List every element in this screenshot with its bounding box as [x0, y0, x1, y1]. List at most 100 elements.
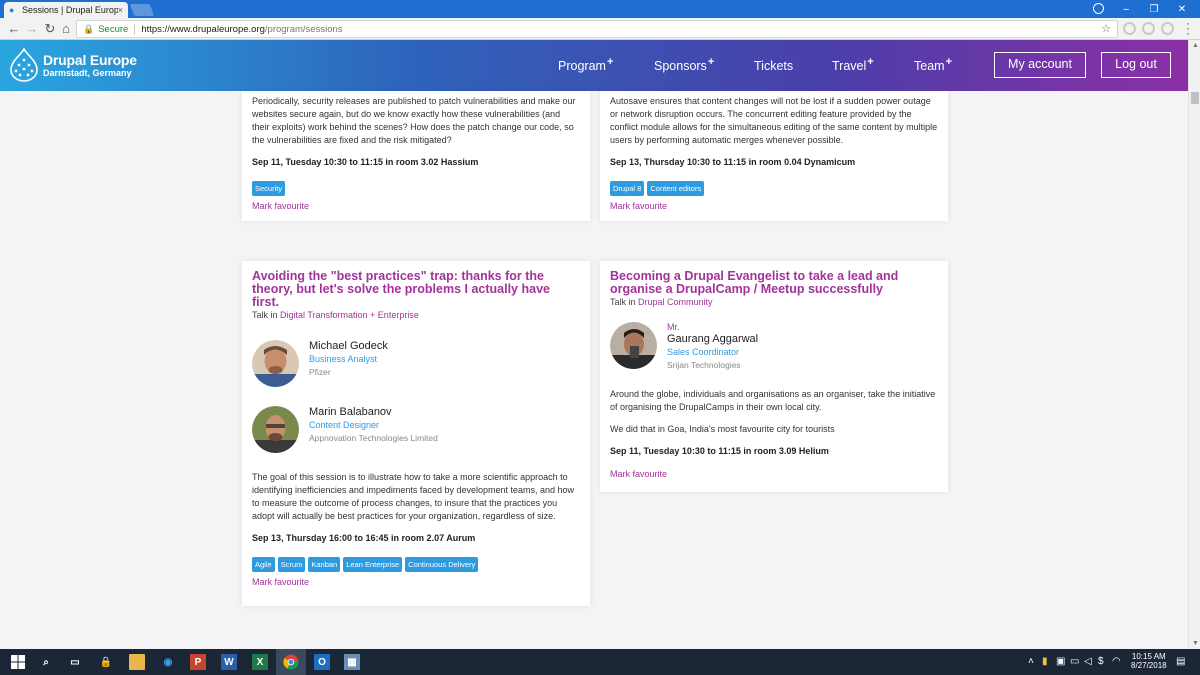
- drupal-favicon-icon: ●: [9, 4, 15, 15]
- speaker-avatar[interactable]: [252, 340, 299, 387]
- tag[interactable]: Content editors: [647, 181, 705, 196]
- tab-title: Sessions | Drupal Europe: [22, 5, 118, 15]
- mark-favourite-link[interactable]: Mark favourite: [610, 469, 938, 479]
- tray-chevron-icon[interactable]: ˄: [1028, 656, 1034, 667]
- tag[interactable]: Scrum: [277, 557, 306, 572]
- browser-menu-icon[interactable]: · · ·: [1185, 17, 1191, 39]
- address-toolbar: ← → ↻ ⌂ 🔒 Secure https://www.drupaleurop…: [0, 17, 1200, 40]
- page-scrollbar[interactable]: ▲ ▼: [1188, 40, 1200, 649]
- session-tags: Drupal 8 Content editors: [610, 181, 938, 196]
- speaker-org: Srijan Technologies: [667, 360, 741, 370]
- session-description: Periodically, security releases are publ…: [252, 96, 576, 145]
- log-out-button[interactable]: Log out: [1101, 52, 1171, 78]
- session-track-line: Talk in Drupal Community: [610, 297, 713, 307]
- notifications-icon[interactable]: ▤: [1176, 656, 1185, 667]
- site-logo[interactable]: Drupal Europe Darmstadt, Germany: [9, 48, 137, 82]
- session-track-line: Talk in Digital Transformation + Enterpr…: [252, 310, 419, 320]
- nav-sponsors[interactable]: Sponsors+: [654, 56, 714, 73]
- excel-icon[interactable]: X: [252, 654, 268, 670]
- speaker-org: Appnovation Technologies Limited: [309, 433, 438, 443]
- maximize-icon[interactable]: ❐: [1140, 4, 1168, 15]
- system-clock[interactable]: 10:15 AM 8/27/2018: [1131, 652, 1167, 670]
- session-card: Periodically, security releases are publ…: [242, 91, 590, 221]
- speaker-name[interactable]: Michael Godeck: [309, 340, 388, 353]
- session-title[interactable]: Avoiding the "best practices" trap: than…: [252, 270, 580, 309]
- outlook-icon[interactable]: O: [314, 654, 330, 670]
- track-link[interactable]: Digital Transformation + Enterprise: [280, 310, 419, 320]
- url-separator: [134, 23, 136, 35]
- lock-icon: 🔒: [83, 23, 95, 34]
- url-host: https://www.drupaleurope.org: [141, 23, 265, 35]
- browser-tab[interactable]: ● Sessions | Drupal Europe ×: [4, 2, 128, 18]
- session-description: We did that in Goa, India's most favouri…: [610, 424, 835, 434]
- speaker-role: Sales Coordinator: [667, 347, 740, 357]
- file-explorer-icon[interactable]: [129, 654, 145, 670]
- speaker: Michael Godeck Business Analyst Pfizer: [252, 340, 580, 388]
- drupal-drop-icon: [10, 48, 38, 82]
- nav-travel[interactable]: Travel+: [832, 56, 874, 73]
- speaker: Mr. Gaurang Aggarwal Sales Coordinator S…: [610, 322, 938, 370]
- mark-favourite-link[interactable]: Mark favourite: [252, 201, 580, 211]
- volume-icon[interactable]: ◁: [1084, 656, 1092, 667]
- session-tags: Agile Scrum Kanban Lean Enterprise Conti…: [252, 557, 580, 572]
- nav-program[interactable]: Program+: [558, 56, 613, 73]
- word-icon[interactable]: W: [221, 654, 237, 670]
- minimize-icon[interactable]: –: [1112, 4, 1140, 15]
- bookmark-star-icon[interactable]: ☆: [1101, 22, 1111, 35]
- lock-app-icon[interactable]: 🔒: [98, 654, 114, 670]
- speaker-prefix: Mr.: [667, 322, 680, 332]
- tag[interactable]: Agile: [252, 557, 275, 572]
- session-time: Sep 11, Tuesday 10:30 to 11:15 in room 3…: [610, 446, 829, 456]
- tag[interactable]: Continuous Delivery: [405, 557, 479, 572]
- session-title[interactable]: Becoming a Drupal Evangelist to take a l…: [610, 270, 938, 296]
- tag[interactable]: Lean Enterprise: [343, 557, 403, 572]
- speaker-avatar[interactable]: [610, 322, 657, 369]
- extension-icon[interactable]: [1161, 22, 1174, 35]
- app-icon[interactable]: ▦: [344, 654, 360, 670]
- new-tab-button[interactable]: [129, 4, 155, 16]
- scroll-up-icon[interactable]: ▲: [1192, 42, 1199, 49]
- clock-time: 10:15 AM: [1131, 652, 1166, 661]
- close-window-icon[interactable]: ✕: [1168, 4, 1196, 15]
- tray-battery-icon[interactable]: ▭: [1070, 656, 1079, 667]
- clock-date: 8/27/2018: [1131, 661, 1167, 670]
- nav-tickets[interactable]: Tickets: [754, 59, 793, 73]
- reload-icon[interactable]: ↻: [42, 21, 58, 37]
- session-description: Around the globe, individuals and organi…: [610, 389, 936, 412]
- back-icon[interactable]: ←: [6, 21, 22, 37]
- forward-icon[interactable]: →: [24, 21, 40, 37]
- chrome-icon[interactable]: [283, 654, 299, 670]
- windows-start-icon[interactable]: [10, 654, 26, 670]
- extension-icon[interactable]: [1142, 22, 1155, 35]
- extension-icon[interactable]: [1123, 22, 1136, 35]
- network-app-icon[interactable]: ◉: [160, 654, 176, 670]
- url-path: /program/sessions: [264, 23, 343, 35]
- session-card: Autosave ensures that content changes wi…: [600, 91, 948, 221]
- tray-shield-icon[interactable]: ▮: [1042, 656, 1048, 667]
- tag[interactable]: Drupal 8: [610, 181, 645, 196]
- speaker-name[interactable]: Marin Balabanov: [309, 406, 438, 419]
- secure-label: Secure: [98, 23, 129, 35]
- tab-close-icon[interactable]: ×: [118, 5, 123, 15]
- tray-s-icon[interactable]: $: [1098, 656, 1104, 667]
- window-controls: – ❐ ✕: [1112, 0, 1196, 18]
- wifi-icon[interactable]: ◠: [1112, 656, 1121, 667]
- tag[interactable]: Kanban: [308, 557, 341, 572]
- mark-favourite-link[interactable]: Mark favourite: [252, 577, 580, 587]
- tray-app-icon[interactable]: ▣: [1056, 656, 1065, 667]
- nav-team[interactable]: Team+: [914, 56, 952, 73]
- scroll-thumb[interactable]: [1191, 92, 1199, 104]
- profile-icon[interactable]: [1093, 3, 1104, 14]
- mark-favourite-link[interactable]: Mark favourite: [610, 201, 938, 211]
- speaker-name[interactable]: Gaurang Aggarwal: [667, 333, 758, 346]
- task-view-icon[interactable]: ▭: [67, 654, 83, 670]
- scroll-down-icon[interactable]: ▼: [1192, 640, 1199, 647]
- my-account-button[interactable]: My account: [994, 52, 1086, 78]
- powerpoint-icon[interactable]: P: [190, 654, 206, 670]
- track-link[interactable]: Drupal Community: [638, 297, 713, 307]
- tag[interactable]: Security: [252, 181, 286, 196]
- speaker-avatar[interactable]: [252, 406, 299, 453]
- home-icon[interactable]: ⌂: [58, 21, 74, 37]
- url-bar[interactable]: 🔒 Secure https://www.drupaleurope.org/pr…: [76, 20, 1118, 38]
- search-icon[interactable]: ⌕: [38, 654, 54, 670]
